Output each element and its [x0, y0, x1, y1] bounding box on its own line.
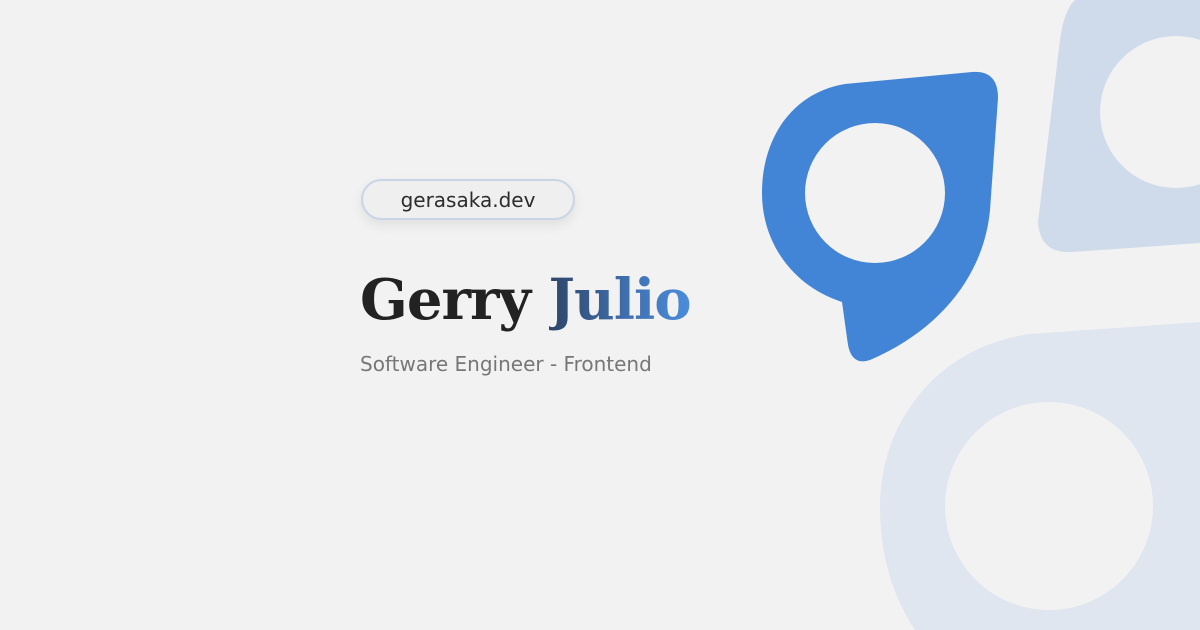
author-name: Gerry Julio — [360, 262, 692, 338]
domain-label: gerasaka.dev — [400, 187, 536, 212]
last-name: Julio — [548, 267, 692, 333]
domain-badge: gerasaka.dev — [361, 179, 575, 220]
first-name: Gerry — [360, 267, 531, 333]
job-title: Software Engineer - Frontend — [360, 352, 652, 376]
map-pin-icon — [762, 71, 998, 362]
decorative-ring-bottom-right — [880, 322, 1200, 630]
decorative-ring-top-right — [1038, 0, 1200, 253]
